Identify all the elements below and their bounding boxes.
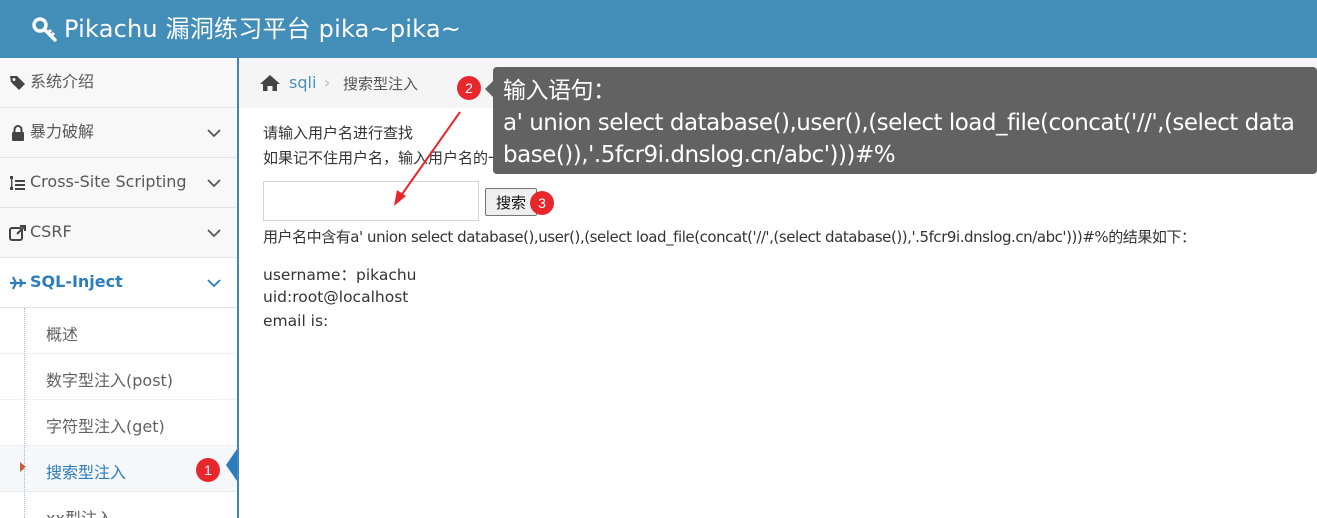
search-input[interactable] xyxy=(263,181,479,221)
app-title: Pikachu 漏洞练习平台 pika~pika~ xyxy=(64,15,462,43)
chevron-down-icon xyxy=(207,179,221,188)
sidebar-item-sql-inject[interactable]: SQL-Inject xyxy=(0,258,237,308)
sidebar-item-label: CSRF xyxy=(30,222,72,241)
plane-icon xyxy=(10,276,26,290)
tooltip-payload: a' union select database(),user(),(selec… xyxy=(503,110,1295,168)
chevron-down-icon xyxy=(207,279,221,288)
submenu-item-overview[interactable]: 概述 xyxy=(0,308,237,354)
sidebar-item-label: Cross-Site Scripting xyxy=(30,172,187,191)
share-icon xyxy=(9,225,26,241)
step-badge-1: 1 xyxy=(196,458,220,482)
sidebar-item-csrf[interactable]: CSRF xyxy=(0,208,237,258)
submenu-item-xx-inject[interactable]: xx型注入 xyxy=(0,492,237,518)
top-navbar: Pikachu 漏洞练习平台 pika~pika~ xyxy=(0,0,1317,58)
sidebar-item-bruteforce[interactable]: 暴力破解 xyxy=(0,108,237,158)
sidebar: 系统介绍 暴力破解 Cross-Site Scripting CSRF SQL-… xyxy=(0,58,239,518)
caret-right-icon xyxy=(20,462,26,472)
submenu-item-label: xx型注入 xyxy=(46,505,113,518)
sitemap-icon xyxy=(10,176,25,190)
lock-icon xyxy=(12,125,24,141)
submenu-item-label: 字符型注入(get) xyxy=(46,417,165,436)
sidebar-item-xss[interactable]: Cross-Site Scripting xyxy=(0,158,237,208)
tooltip-title: 输入语句： xyxy=(503,78,616,104)
sql-inject-submenu: 概述 数字型注入(post) 字符型注入(get) 搜索型注入 xx型注入 xyxy=(0,308,237,518)
result-email: email is: xyxy=(263,312,329,330)
home-icon[interactable] xyxy=(259,74,281,92)
sidebar-item-label: 暴力破解 xyxy=(30,122,95,141)
sidebar-item-label: SQL-Inject xyxy=(30,272,123,291)
result-uid: uid:root@localhost xyxy=(263,288,409,306)
tags-icon xyxy=(10,76,25,90)
submenu-tree-line xyxy=(24,308,25,518)
app-brand[interactable]: Pikachu 漏洞练习平台 pika~pika~ xyxy=(32,14,461,44)
step-badge-2: 2 xyxy=(457,76,481,100)
submenu-item-label: 搜索型注入 xyxy=(46,463,127,482)
active-item-pointer xyxy=(226,449,237,481)
result-username: username：pikachu xyxy=(263,266,417,284)
breadcrumb-separator: › xyxy=(324,73,331,92)
breadcrumb-current: 搜索型注入 xyxy=(343,75,419,93)
annotation-tooltip: 输入语句： a' union select database(),user(),… xyxy=(493,67,1317,174)
submenu-item-string-get[interactable]: 字符型注入(get) xyxy=(0,400,237,446)
submenu-item-label: 数字型注入(post) xyxy=(46,371,174,390)
submenu-item-label: 概述 xyxy=(46,325,79,344)
key-icon xyxy=(32,17,57,42)
chevron-down-icon xyxy=(207,229,221,238)
sidebar-item-intro[interactable]: 系统介绍 xyxy=(0,58,237,108)
search-result-summary: 用户名中含有a' union select database(),user(),… xyxy=(263,228,1196,246)
submenu-item-numeric-post[interactable]: 数字型注入(post) xyxy=(0,354,237,400)
breadcrumb-link-sqli[interactable]: sqli xyxy=(289,73,316,92)
chevron-down-icon xyxy=(207,129,221,138)
sidebar-item-label: 系统介绍 xyxy=(30,72,95,91)
step-badge-3: 3 xyxy=(530,191,554,215)
search-hint: 请输入用户名进行查找 xyxy=(263,124,414,142)
